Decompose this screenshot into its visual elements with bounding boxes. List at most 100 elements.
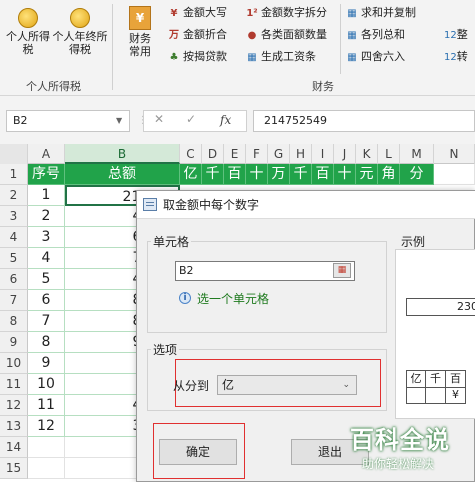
- annual-tax-label: 个人年终所得税: [52, 30, 108, 56]
- col-header[interactable]: L: [378, 144, 400, 164]
- col-header[interactable]: E: [224, 144, 246, 164]
- col-header[interactable]: M: [400, 144, 434, 164]
- cell-group: [147, 241, 387, 333]
- row-header[interactable]: 10: [0, 353, 28, 374]
- coins-icon: [15, 6, 41, 28]
- table-cell[interactable]: 4: [28, 248, 65, 269]
- confirm-icon[interactable]: ✓: [186, 112, 196, 126]
- row-header[interactable]: 1: [0, 164, 28, 185]
- row-header[interactable]: 6: [0, 269, 28, 290]
- header-cell[interactable]: 百: [312, 164, 334, 185]
- header-cell[interactable]: 分: [400, 164, 434, 185]
- row-header[interactable]: 7: [0, 290, 28, 311]
- round-button[interactable]: ▦ 四舍六入: [346, 48, 405, 66]
- example-unit: 亿: [406, 370, 426, 388]
- col-header[interactable]: A: [28, 144, 65, 164]
- amount-upper-button[interactable]: ¥ 金额大写: [168, 4, 227, 22]
- header-cell[interactable]: 千: [202, 164, 224, 185]
- table-cell[interactable]: 5: [28, 269, 65, 290]
- row-header[interactable]: 2: [0, 185, 28, 206]
- table-cell[interactable]: 2: [28, 206, 65, 227]
- table-cell[interactable]: 8: [28, 332, 65, 353]
- convert-button[interactable]: 12转: [444, 48, 468, 66]
- row-header[interactable]: 14: [0, 437, 28, 458]
- header-cell[interactable]: 元: [356, 164, 378, 185]
- col-header[interactable]: I: [312, 144, 334, 164]
- col-header[interactable]: C: [180, 144, 202, 164]
- row-header[interactable]: 13: [0, 416, 28, 437]
- splitter-handle[interactable]: ⋮: [138, 110, 148, 132]
- mortgage-button[interactable]: ♣ 按揭贷款: [168, 48, 227, 66]
- digits-icon: 1²: [246, 8, 258, 19]
- col-header[interactable]: H: [290, 144, 312, 164]
- row-header[interactable]: 5: [0, 248, 28, 269]
- row-header[interactable]: 15: [0, 458, 28, 479]
- salary-slip-button[interactable]: ▦ 生成工资条: [246, 48, 316, 66]
- app-icon: [143, 198, 157, 211]
- finance-common-button[interactable]: ¥ 财务常用: [118, 6, 162, 58]
- table-cell[interactable]: [28, 458, 65, 479]
- header-cell[interactable]: 百: [224, 164, 246, 185]
- select-all-corner[interactable]: [0, 144, 28, 164]
- header-cell[interactable]: 亿: [180, 164, 202, 185]
- col-sum-button[interactable]: ▦ 各列总和: [346, 26, 405, 44]
- formula-buttons: ✕ ✓ fx: [143, 110, 247, 132]
- ok-button[interactable]: 确定: [159, 439, 237, 465]
- name-box[interactable]: B2: [6, 110, 130, 132]
- formula-input[interactable]: 214752549: [253, 110, 475, 132]
- col-header[interactable]: K: [356, 144, 378, 164]
- col-header[interactable]: G: [268, 144, 290, 164]
- ribbon-separator: [112, 4, 113, 90]
- table-cell[interactable]: 3: [28, 227, 65, 248]
- row-header[interactable]: 9: [0, 332, 28, 353]
- watermark-subtitle: 助你轻松解决: [362, 457, 435, 471]
- face-value-button[interactable]: ● 各类面额数量: [246, 26, 327, 44]
- header-cell[interactable]: 序号: [28, 164, 65, 185]
- table-cell[interactable]: 11: [28, 395, 65, 416]
- col-header[interactable]: F: [246, 144, 268, 164]
- amount-fold-button[interactable]: 万金额折合: [168, 26, 227, 44]
- amount-split-button[interactable]: 1² 金额数字拆分: [246, 4, 327, 22]
- cancel-icon[interactable]: ✕: [154, 112, 164, 126]
- row-header[interactable]: 12: [0, 395, 28, 416]
- row-header[interactable]: 8: [0, 311, 28, 332]
- col-header[interactable]: J: [334, 144, 356, 164]
- fx-icon[interactable]: fx: [220, 113, 231, 127]
- unit-select[interactable]: 亿 ⌄: [217, 375, 357, 395]
- row-header[interactable]: 3: [0, 206, 28, 227]
- header-cell[interactable]: 十: [334, 164, 356, 185]
- bag-icon: ♣: [169, 52, 179, 63]
- col-header[interactable]: D: [202, 144, 224, 164]
- col-header[interactable]: N: [434, 144, 475, 164]
- cell-ref-input[interactable]: B2: [175, 261, 355, 281]
- col-header[interactable]: B: [65, 144, 180, 164]
- table-cell[interactable]: 10: [28, 374, 65, 395]
- header-cell[interactable]: 千: [290, 164, 312, 185]
- name-box-dropdown-icon[interactable]: ▼: [116, 116, 122, 125]
- round-whole-button[interactable]: 12整: [444, 26, 468, 44]
- example-panel: 230 亿 千 百 ¥: [395, 249, 475, 419]
- table-cell[interactable]: 1: [28, 185, 65, 206]
- watermark: 百科全说 助你轻松解决: [350, 420, 470, 472]
- header-cell[interactable]: 十: [246, 164, 268, 185]
- header-cell[interactable]: 总额: [65, 164, 180, 185]
- table-cell[interactable]: 6: [28, 290, 65, 311]
- table-cell[interactable]: 9: [28, 353, 65, 374]
- header-cell[interactable]: 万: [268, 164, 290, 185]
- table-cell[interactable]: 7: [28, 311, 65, 332]
- info-icon: i: [179, 292, 191, 304]
- row-header[interactable]: 4: [0, 227, 28, 248]
- range-picker-icon[interactable]: ▦: [333, 263, 351, 278]
- header-cell[interactable]: 角: [378, 164, 400, 185]
- dialog-title: 取金额中每个数字: [137, 191, 475, 219]
- table-cell[interactable]: [434, 164, 475, 185]
- unit-select-value: 亿: [222, 378, 235, 392]
- example-symbol: ¥: [446, 388, 466, 404]
- sum-copy-button[interactable]: ▦ 求和并复制: [346, 4, 416, 22]
- personal-tax-button[interactable]: 个人所得税: [6, 6, 50, 56]
- table-cell[interactable]: 12: [28, 416, 65, 437]
- example-group-label: 示例: [401, 235, 426, 249]
- row-header[interactable]: 11: [0, 374, 28, 395]
- table-cell[interactable]: [28, 437, 65, 458]
- annual-tax-button[interactable]: 个人年终所得税: [52, 6, 108, 56]
